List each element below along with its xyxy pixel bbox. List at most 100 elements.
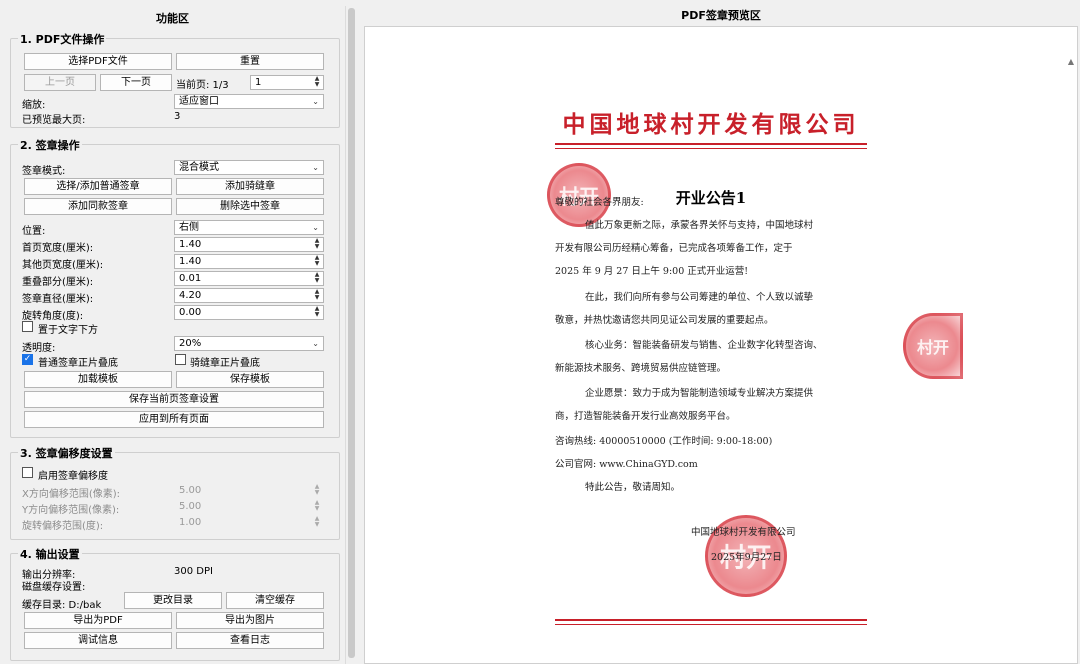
load-template-button[interactable]: 加载模板 — [24, 371, 172, 388]
rotation-value: 0.00 — [179, 307, 202, 318]
doc-line: 企业愿景：致力于成为智能制造领域专业解决方案提供 — [585, 388, 814, 399]
overlap-value: 0.01 — [179, 273, 202, 284]
select-add-normal-seal-button[interactable]: 选择/添加普通签章 — [24, 178, 172, 195]
doc-line: 2025 年 9 月 27 日上午 9:00 正式开业运营! — [555, 266, 749, 277]
export-image-button[interactable]: 导出为图片 — [176, 612, 324, 629]
zoom-select[interactable]: 适应窗口 ⌄ — [174, 94, 324, 109]
diameter-stepper[interactable]: 4.20 ▲ ▼ — [174, 288, 324, 303]
footer-rule-thin — [555, 624, 867, 625]
below-text-label: 置于文字下方 — [38, 325, 98, 336]
stepper-arrows-icon[interactable]: ▲ ▼ — [312, 272, 322, 285]
mode-value: 混合模式 — [179, 162, 219, 173]
section-title-pdf: 1. PDF文件操作 — [18, 31, 107, 47]
doc-line: 尊敬的社会各界朋友: — [555, 197, 644, 208]
panel-title: 功能区 — [156, 12, 189, 25]
rotation-offset-stepper[interactable]: 1.00 ▲ ▼ — [174, 515, 324, 530]
position-select[interactable]: 右侧 ⌄ — [174, 220, 324, 235]
seam-multiply-label: 骑缝章正片叠底 — [190, 358, 260, 369]
view-log-button[interactable]: 查看日志 — [176, 632, 324, 649]
opacity-label: 透明度: — [22, 343, 56, 354]
section-title-output: 4. 输出设置 — [18, 546, 82, 562]
overlap-stepper[interactable]: 0.01 ▲ ▼ — [174, 271, 324, 286]
first-width-value: 1.40 — [179, 239, 202, 250]
doc-line: 新能源技术服务、跨境贸易供应链管理。 — [555, 363, 727, 374]
seal-text: 村开 — [916, 338, 949, 357]
save-current-page-button[interactable]: 保存当前页签章设置 — [24, 391, 324, 408]
preview-title: PDF签章预览区 — [681, 9, 761, 22]
mode-label: 签章模式: — [22, 166, 66, 177]
doc-line: 敬意，并热忱邀请您共同见证公司发展的重要起点。 — [555, 315, 774, 326]
doc-line: 值此万象更新之际，承蒙各界关怀与支持，中国地球村 — [585, 220, 814, 231]
current-page-label: 当前页: 1/3 — [176, 80, 229, 91]
other-width-label: 其他页宽度(厘米): — [22, 260, 104, 271]
rotation-offset-label: 旋转偏移范围(度): — [22, 521, 104, 532]
first-width-stepper[interactable]: 1.40 ▲ ▼ — [174, 237, 324, 252]
apply-all-pages-button[interactable]: 应用到所有页面 — [24, 411, 324, 428]
company-header: 中国地球村开发有限公司 — [562, 111, 860, 138]
select-pdf-button[interactable]: 选择PDF文件 — [24, 53, 172, 70]
delete-selected-seal-button[interactable]: 删除选中签章 — [176, 198, 324, 215]
page-number-value: 1 — [255, 77, 262, 88]
mode-select[interactable]: 混合模式 ⌄ — [174, 160, 324, 175]
enable-offset-checkbox[interactable] — [22, 467, 33, 478]
next-page-button[interactable]: 下一页 — [100, 74, 172, 91]
stepper-arrows-icon[interactable]: ▲ ▼ — [312, 306, 322, 319]
cache-dir-label: 缓存目录: D:/bak — [22, 600, 102, 611]
below-text-checkbox[interactable] — [22, 321, 33, 332]
y-offset-stepper[interactable]: 5.00 ▲ ▼ — [174, 499, 324, 514]
page-number-stepper[interactable]: 1 ▲ ▼ — [250, 75, 324, 90]
stepper-arrows-icon[interactable]: ▲ ▼ — [312, 500, 322, 513]
clear-cache-button[interactable]: 清空缓存 — [226, 592, 324, 609]
chevron-down-icon: ⌄ — [312, 339, 319, 348]
stepper-arrows-icon[interactable]: ▲ ▼ — [312, 484, 322, 497]
y-offset-label: Y方向偏移范围(像素): — [22, 505, 120, 516]
doc-line: 咨询热线: 40000510000 (工作时间: 9:00-18:00) — [555, 436, 773, 447]
stepper-arrows-icon[interactable]: ▲ ▼ — [312, 289, 322, 302]
rotation-offset-value: 1.00 — [179, 517, 202, 528]
normal-multiply-label: 普通签章正片叠底 — [38, 358, 118, 369]
y-offset-value: 5.00 — [179, 501, 202, 512]
dpi-value: 300 DPI — [174, 566, 213, 577]
signature-date: 2025年9月27日 — [711, 552, 782, 563]
chevron-down-icon: ⌄ — [312, 223, 319, 232]
save-template-button[interactable]: 保存模板 — [176, 371, 324, 388]
opacity-select[interactable]: 20% ⌄ — [174, 336, 324, 351]
header-rule-thick — [555, 143, 867, 145]
normal-multiply-checkbox[interactable]: ✓ — [22, 354, 33, 365]
footer-rule-thick — [555, 619, 867, 621]
position-label: 位置: — [22, 226, 46, 237]
diameter-label: 签章直径(厘米): — [22, 294, 94, 305]
doc-line: 在此，我们向所有参与公司筹建的单位、个人致以诚挚 — [585, 292, 814, 303]
change-dir-button[interactable]: 更改目录 — [124, 592, 222, 609]
first-width-label: 首页宽度(厘米): — [22, 243, 94, 254]
rotation-stepper[interactable]: 0.00 ▲ ▼ — [174, 305, 324, 320]
zoom-label: 缩放: — [22, 100, 46, 111]
x-offset-stepper[interactable]: 5.00 ▲ ▼ — [174, 483, 324, 498]
scrollbar-thumb[interactable] — [348, 8, 355, 658]
other-width-value: 1.40 — [179, 256, 202, 267]
section-title-seal: 2. 签章操作 — [18, 137, 82, 153]
checkmark-icon: ✓ — [23, 354, 32, 364]
doc-line: 特此公告，敬请周知。 — [585, 482, 681, 493]
left-panel-scrollbar[interactable] — [345, 6, 356, 664]
chevron-down-icon: ⌄ — [312, 97, 319, 106]
rotation-label: 旋转角度(度): — [22, 311, 84, 322]
other-width-stepper[interactable]: 1.40 ▲ ▼ — [174, 254, 324, 269]
cache-settings-label: 磁盘缓存设置: — [22, 582, 86, 593]
add-seam-seal-button[interactable]: 添加骑缝章 — [176, 178, 324, 195]
reset-button[interactable]: 重置 — [176, 53, 324, 70]
prev-page-button[interactable]: 上一页 — [24, 74, 96, 91]
debug-info-button[interactable]: 调试信息 — [24, 632, 172, 649]
add-same-seal-button[interactable]: 添加同款签章 — [24, 198, 172, 215]
chevron-down-icon: ⌄ — [312, 163, 319, 172]
export-pdf-button[interactable]: 导出为PDF — [24, 612, 172, 629]
position-value: 右侧 — [179, 222, 199, 233]
seam-multiply-checkbox[interactable] — [175, 354, 186, 365]
stepper-arrows-icon[interactable]: ▲ ▼ — [312, 76, 322, 89]
stepper-arrows-icon[interactable]: ▲ ▼ — [312, 516, 322, 529]
preview-canvas[interactable]: ▲ 中国地球村开发有限公司 村开 开业公告1 尊敬的社会各界朋友: 值此万象更新… — [364, 26, 1078, 664]
stepper-arrows-icon[interactable]: ▲ ▼ — [312, 255, 322, 268]
stepper-arrows-icon[interactable]: ▲ ▼ — [312, 238, 322, 251]
scroll-up-icon[interactable]: ▲ — [1068, 57, 1074, 66]
seam-seal-stamp[interactable]: 村开 — [903, 313, 963, 379]
